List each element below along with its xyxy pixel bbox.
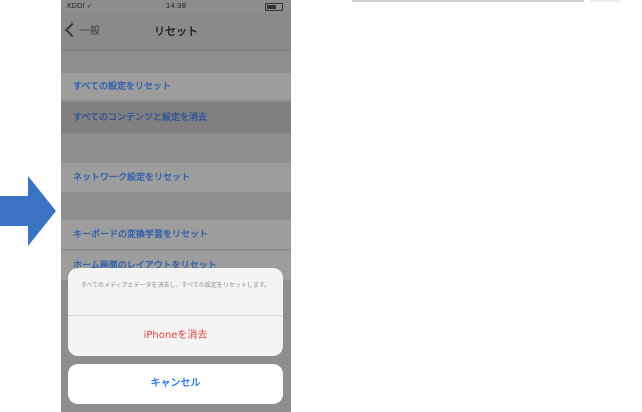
action-sheet-message: すべてのメディアとデータを消去し、すべての設定をリセットします。 <box>68 268 283 316</box>
battery-icon <box>265 3 283 11</box>
divider-line <box>352 0 584 2</box>
right-arrow-icon <box>0 176 56 246</box>
reset-keyboard-dictionary-row[interactable]: キーボードの変換学習をリセット <box>61 220 291 250</box>
navigation-bar: 一般 リセット <box>61 12 291 51</box>
status-bar: KDDI ✓ 14:38 <box>61 0 291 12</box>
action-sheet: すべてのメディアとデータを消去し、すべての設定をリセットします。 iPhoneを… <box>68 268 283 356</box>
reset-all-settings-row[interactable]: すべての設定をリセット <box>61 73 291 101</box>
erase-iphone-button[interactable]: iPhoneを消去 <box>68 316 283 356</box>
status-time: 14:38 <box>165 2 187 10</box>
phone-screen: KDDI ✓ 14:38 一般 リセット すべての設定をリセット すべてのコンテ… <box>61 0 291 412</box>
page-title: リセット <box>154 25 198 38</box>
screenshot-canvas: KDDI ✓ 14:38 一般 リセット すべての設定をリセット すべてのコンテ… <box>0 0 642 412</box>
section-gap <box>61 194 291 220</box>
section-gap <box>61 135 291 163</box>
reset-network-settings-row[interactable]: ネットワーク設定をリセット <box>61 163 291 193</box>
erase-all-content-row[interactable]: すべてのコンテンツと設定を消去 <box>61 102 291 134</box>
section-gap <box>61 51 291 73</box>
cancel-button[interactable]: キャンセル <box>68 364 283 404</box>
divider-line <box>590 0 620 2</box>
